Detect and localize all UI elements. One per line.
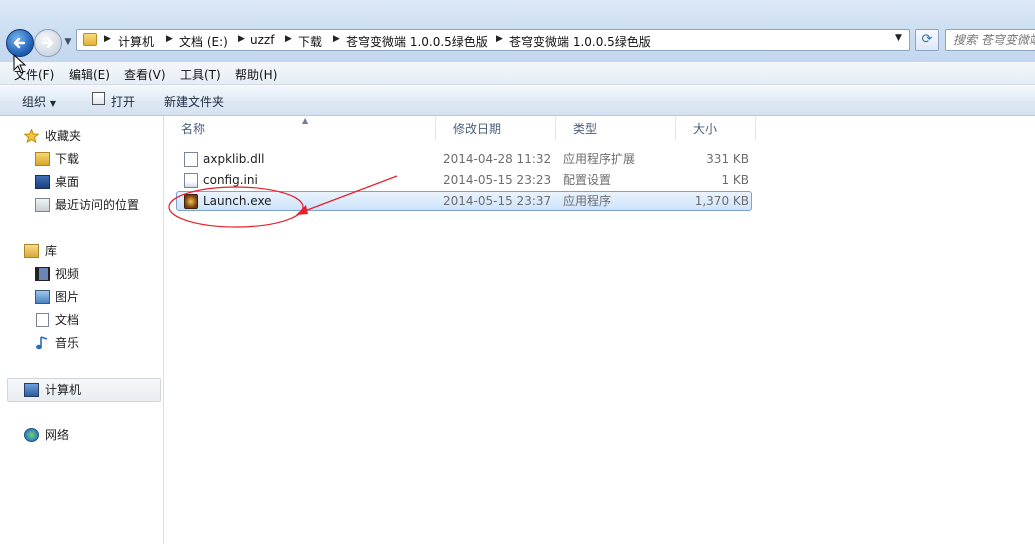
file-size: 1,370 KB bbox=[694, 194, 749, 208]
desktop-icon bbox=[35, 175, 50, 189]
file-type: 配置设置 bbox=[563, 173, 612, 187]
address-bar[interactable]: ▶ 计算机 ▶ 文档 (E:) ▶ uzzf ▶ 下载 ▶ 苍穹变微端 1.0.… bbox=[76, 29, 910, 51]
address-history-dropdown[interactable]: ▼ bbox=[895, 33, 902, 43]
file-row-axpklib[interactable]: axpklib.dll 2014-04-28 11:32 应用程序扩展 331 … bbox=[176, 149, 752, 169]
file-date: 2014-05-15 23:37 bbox=[443, 194, 552, 208]
breadcrumb-folder-2[interactable]: 苍穹变微端 1.0.0.5绿色版 bbox=[509, 33, 651, 50]
command-bar: 组织 ▼ 打开 新建文件夹 bbox=[0, 85, 1035, 116]
document-icon bbox=[36, 313, 49, 327]
video-icon bbox=[35, 267, 50, 281]
back-button[interactable] bbox=[6, 29, 34, 57]
network-icon bbox=[24, 428, 39, 442]
file-size: 1 KB bbox=[721, 173, 749, 187]
file-name: config.ini bbox=[203, 173, 258, 187]
computer-icon bbox=[24, 383, 39, 397]
chevron-down-icon: ▼ bbox=[49, 99, 56, 108]
breadcrumb-computer[interactable]: 计算机 bbox=[118, 33, 154, 50]
menu-edit[interactable]: 编辑(E) bbox=[69, 66, 110, 83]
nav-item-label: 音乐 bbox=[55, 336, 80, 350]
library-icon bbox=[24, 244, 39, 258]
column-size-label: 大小 bbox=[693, 122, 718, 136]
file-date: 2014-05-15 23:23 bbox=[443, 173, 552, 187]
chevron-right-icon[interactable]: ▶ bbox=[166, 34, 173, 44]
menu-tools[interactable]: 工具(T) bbox=[180, 66, 221, 83]
breadcrumb-downloads[interactable]: 下载 bbox=[298, 33, 322, 50]
nav-network-label: 网络 bbox=[45, 428, 70, 442]
column-type-label: 类型 bbox=[573, 122, 598, 136]
star-icon bbox=[24, 129, 39, 143]
file-name: Launch.exe bbox=[203, 194, 272, 208]
ini-file-icon bbox=[184, 173, 198, 188]
file-row-launch[interactable]: Launch.exe 2014-05-15 23:37 应用程序 1,370 K… bbox=[176, 191, 752, 211]
recent-pages-dropdown[interactable]: ▼ bbox=[62, 36, 74, 48]
chevron-right-icon[interactable]: ▶ bbox=[333, 34, 340, 44]
chevron-right-icon[interactable]: ▶ bbox=[104, 34, 111, 44]
dll-file-icon bbox=[184, 152, 198, 167]
file-size: 331 KB bbox=[706, 152, 749, 166]
file-type: 应用程序 bbox=[563, 194, 612, 208]
nav-item-label: 图片 bbox=[55, 290, 80, 304]
nav-favorites-label: 收藏夹 bbox=[45, 129, 82, 143]
picture-icon bbox=[35, 290, 50, 304]
nav-computer-label: 计算机 bbox=[45, 383, 82, 397]
breadcrumb-uzzf[interactable]: uzzf bbox=[250, 33, 274, 47]
column-header-size[interactable]: 大小 bbox=[676, 116, 756, 140]
forward-button[interactable] bbox=[34, 29, 62, 57]
breadcrumb-drive-e[interactable]: 文档 (E:) bbox=[179, 33, 228, 50]
file-row-config[interactable]: config.ini 2014-05-15 23:23 配置设置 1 KB bbox=[176, 170, 752, 190]
folder-icon bbox=[83, 33, 97, 46]
recent-places-icon bbox=[35, 198, 50, 212]
organize-button[interactable]: 组织 ▼ bbox=[22, 93, 56, 110]
column-header-type[interactable]: 类型 bbox=[556, 116, 676, 140]
open-icon bbox=[92, 92, 105, 105]
new-folder-button[interactable]: 新建文件夹 bbox=[164, 93, 224, 110]
file-name: axpklib.dll bbox=[203, 152, 265, 166]
menu-view[interactable]: 查看(V) bbox=[124, 66, 166, 83]
nav-item-label: 最近访问的位置 bbox=[55, 198, 140, 212]
refresh-button[interactable]: ⟳ bbox=[915, 29, 939, 51]
menu-bar: 文件(F) 编辑(E) 查看(V) 工具(T) 帮助(H) bbox=[0, 62, 1035, 85]
chevron-right-icon[interactable]: ▶ bbox=[285, 34, 292, 44]
chevron-right-icon[interactable]: ▶ bbox=[238, 34, 245, 44]
music-note-icon bbox=[36, 336, 48, 350]
file-date: 2014-04-28 11:32 bbox=[443, 152, 552, 166]
column-header-date[interactable]: 修改日期 bbox=[436, 116, 556, 140]
column-name-label: 名称 bbox=[181, 122, 206, 136]
breadcrumb-folder-1[interactable]: 苍穹变微端 1.0.0.5绿色版 bbox=[346, 33, 488, 50]
nav-item-label: 文档 bbox=[55, 313, 80, 327]
search-input[interactable] bbox=[949, 31, 1035, 49]
nav-item-label: 下载 bbox=[55, 152, 80, 166]
exe-app-icon bbox=[184, 194, 198, 209]
navigation-pane: 收藏夹 下载 桌面 最近访问的位置 库 视频 图片 文档 音乐 计算机 网络 bbox=[0, 116, 164, 544]
file-type: 应用程序扩展 bbox=[563, 152, 636, 166]
nav-libraries-label: 库 bbox=[45, 244, 58, 258]
nav-item-label: 视频 bbox=[55, 267, 80, 281]
column-header-name[interactable]: 名称 bbox=[164, 116, 436, 140]
sort-ascending-icon: ▲ bbox=[302, 116, 309, 125]
chevron-right-icon[interactable]: ▶ bbox=[496, 34, 503, 44]
nav-item-label: 桌面 bbox=[55, 175, 80, 189]
organize-label: 组织 bbox=[22, 95, 47, 109]
column-date-label: 修改日期 bbox=[453, 122, 502, 136]
file-list: 名称 ▲ 修改日期 类型 大小 axpklib.dll 2014-04-28 1… bbox=[164, 116, 1035, 544]
forward-arrow-icon bbox=[41, 37, 54, 49]
menu-help[interactable]: 帮助(H) bbox=[235, 66, 277, 83]
back-arrow-icon bbox=[13, 37, 26, 49]
refresh-icon: ⟳ bbox=[921, 32, 933, 47]
search-box[interactable] bbox=[945, 29, 1035, 51]
menu-file[interactable]: 文件(F) bbox=[14, 66, 54, 83]
downloads-folder-icon bbox=[35, 152, 50, 166]
open-button[interactable]: 打开 bbox=[111, 93, 135, 110]
